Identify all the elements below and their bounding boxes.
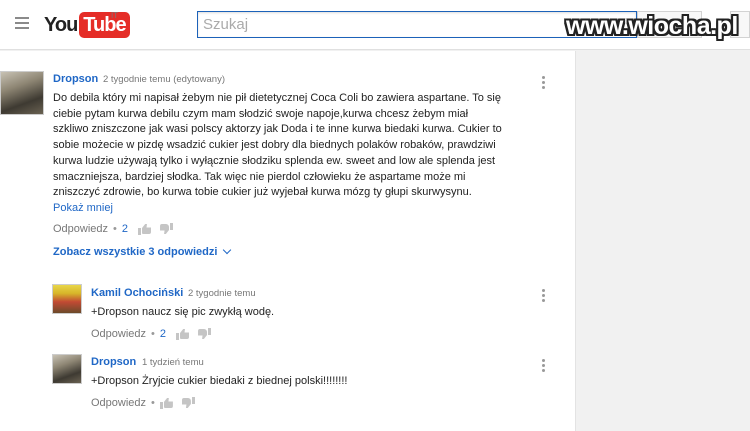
comment-body: Do debila który mi napisał żebym nie pił… <box>53 91 548 201</box>
separator-dot: • <box>151 397 155 409</box>
comment-actions: Odpowiedz • 2 <box>53 223 182 235</box>
like-count: 2 <box>159 328 167 340</box>
more-options-icon[interactable] <box>542 359 545 374</box>
comment-line: zniszczyć zdrowie, bo kurwa tobie cukier… <box>53 186 472 199</box>
more-options-icon[interactable] <box>542 76 545 91</box>
thumbs-up-icon[interactable] <box>138 223 152 235</box>
hamburger-menu-icon[interactable] <box>15 17 29 29</box>
reply-body: +Dropson naucz się pic zwykłą wodę. <box>91 306 275 318</box>
comment-author[interactable]: Dropson <box>53 73 98 85</box>
avatar[interactable] <box>52 284 82 314</box>
reply-time[interactable]: 1 tydzień temu <box>142 357 204 368</box>
reply-button[interactable]: Odpowiedz <box>91 328 146 340</box>
comment-line: szkliwo zniszczone jak wasi polscy aktor… <box>53 123 502 136</box>
thumbs-down-icon[interactable] <box>160 223 174 235</box>
thumbs-down-icon[interactable] <box>198 328 212 340</box>
like-count: 2 <box>121 223 129 235</box>
region-code: IT <box>111 11 119 20</box>
comment-line: sobie możecie w pizdę wsadzić cukier jes… <box>53 139 496 152</box>
avatar[interactable] <box>52 354 82 384</box>
reply-body: +Dropson Żryjcie cukier biedaki z biedne… <box>91 375 348 387</box>
thumbs-up-icon[interactable] <box>176 328 190 340</box>
view-all-replies-link[interactable]: Zobacz wszystkie 3 odpowiedzi <box>53 245 232 258</box>
chevron-down-icon <box>223 245 232 255</box>
reply-author[interactable]: Kamil Ochociński <box>91 287 183 299</box>
separator-dot: • <box>113 223 117 235</box>
reply-actions: Odpowiedz • <box>91 397 204 409</box>
page: YouTube IT www.wiocha.pl Dropson 2 tygod… <box>0 0 750 431</box>
reply-time[interactable]: 2 tygodnie temu <box>188 288 256 299</box>
thumbs-up-icon[interactable] <box>159 397 174 409</box>
site-watermark: www.wiocha.pl <box>566 12 738 40</box>
comment-line: kurwa ludzie używają tylko i wyłącznie s… <box>53 154 496 167</box>
comment-line: Do debila który mi napisał żebym nie pił… <box>53 92 501 104</box>
thumbs-down-icon[interactable] <box>182 397 196 409</box>
reply-actions: Odpowiedz • 2 <box>91 328 220 340</box>
reply-button[interactable]: Odpowiedz <box>53 223 108 235</box>
logo-tube-text: Tube <box>79 12 130 38</box>
top-bar: YouTube IT www.wiocha.pl <box>0 0 750 50</box>
show-less-link[interactable]: Pokaż mniej <box>53 202 113 214</box>
reply-button[interactable]: Odpowiedz <box>91 397 146 409</box>
more-options-icon[interactable] <box>542 289 545 304</box>
comment-line: smaczniejsza, bardziej słodka. Tak więc … <box>53 170 466 183</box>
avatar[interactable] <box>0 71 44 115</box>
separator-dot: • <box>151 328 155 340</box>
logo-you-text: You <box>44 13 78 36</box>
comment-time[interactable]: 2 tygodnie temu (edytowany) <box>103 74 225 85</box>
view-replies-label: Zobacz wszystkie 3 odpowiedzi <box>53 246 218 258</box>
comment-line: ciebie pytam kurwa debilu czym mam słodz… <box>53 107 469 120</box>
comments-panel: Dropson 2 tygodnie temu (edytowany) Do d… <box>0 51 576 431</box>
reply-author[interactable]: Dropson <box>91 356 136 368</box>
